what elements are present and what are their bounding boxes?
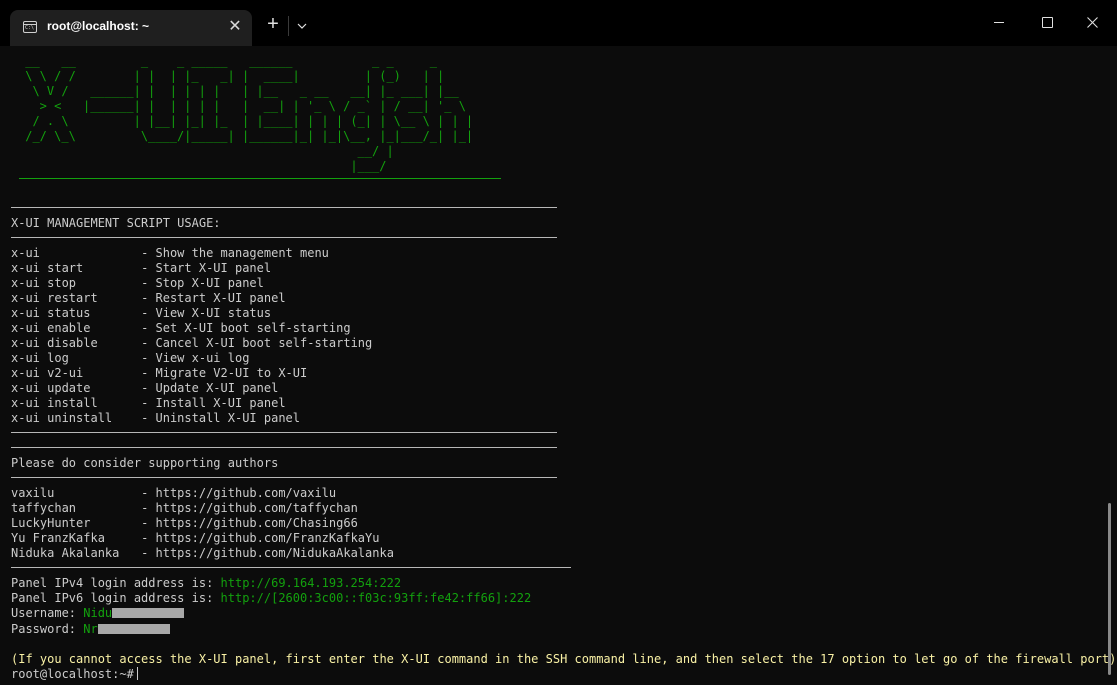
- banner-line: / . \ | |__| |_| |_ | |____| | | | (_| |…: [18, 114, 474, 128]
- command-description: - Stop X-UI panel: [141, 276, 264, 290]
- close-icon[interactable]: ✕: [226, 17, 244, 37]
- ipv4-url[interactable]: http://69.164.193.254:222: [221, 576, 402, 590]
- plus-icon[interactable]: +: [262, 14, 284, 36]
- banner-line: \ \ / / | | | |_ _| | ____| | (_) | |: [18, 69, 466, 83]
- usage-row: x-ui - Show the management menu: [11, 246, 329, 261]
- author-name: taffychan: [11, 501, 134, 515]
- redaction-blur: [112, 608, 185, 618]
- usage-header: X-UI MANAGEMENT SCRIPT USAGE:: [11, 216, 221, 230]
- ipv4-label: Panel IPv4 login address is:: [11, 576, 221, 590]
- divider: [11, 432, 557, 433]
- divider: [11, 237, 557, 238]
- usage-row: x-ui start - Start X-UI panel: [11, 261, 271, 276]
- command-description: - Set X-UI boot self-starting: [141, 321, 351, 335]
- tab-divider: [288, 16, 289, 36]
- command-description: - Update X-UI panel: [141, 381, 279, 395]
- usage-row: x-ui disable - Cancel X-UI boot self-sta…: [11, 336, 372, 351]
- command-description: - Restart X-UI panel: [141, 291, 286, 305]
- terminal-tab[interactable]: root@localhost: ~ ✕: [10, 10, 252, 46]
- author-name: vaxilu: [11, 486, 134, 500]
- usage-row: x-ui v2-ui - Migrate V2-UI to X-UI: [11, 366, 307, 381]
- authors-header: Please do consider supporting authors: [11, 456, 279, 470]
- minimize-icon[interactable]: [977, 0, 1023, 46]
- usage-row: x-ui log - View x-ui log: [11, 351, 249, 366]
- banner-line: /_/ \_\ \____/|_____| |______|_| |_|\__,…: [18, 129, 474, 143]
- ipv6-login-line: Panel IPv6 login address is: http://[260…: [11, 591, 531, 606]
- author-link[interactable]: - https://github.com/Chasing66: [141, 516, 358, 530]
- firewall-hint: (If you cannot access the X-UI panel, fi…: [11, 652, 1117, 666]
- command-name: x-ui: [11, 246, 134, 260]
- author-name: LuckyHunter: [11, 516, 134, 530]
- close-window-icon[interactable]: [1069, 0, 1115, 46]
- ipv4-login-line: Panel IPv4 login address is: http://69.1…: [11, 576, 401, 591]
- author-row: vaxilu - https://github.com/vaxilu: [11, 486, 336, 501]
- password-label: Password:: [11, 622, 84, 636]
- command-name: x-ui update: [11, 381, 134, 395]
- divider: [11, 207, 557, 208]
- username-value: Nidu: [83, 606, 113, 620]
- command-name: x-ui disable: [11, 336, 134, 350]
- author-row: taffychan - https://github.com/taffychan: [11, 501, 358, 516]
- text-cursor: [136, 667, 138, 680]
- command-description: - View X-UI status: [141, 306, 272, 320]
- command-description: - Install X-UI panel: [141, 396, 286, 410]
- divider: [11, 447, 557, 448]
- banner-line: __/ |: [18, 144, 481, 158]
- usage-row: x-ui restart - Restart X-UI panel: [11, 291, 286, 306]
- divider: [11, 477, 557, 478]
- password-line: Password: Nr: [11, 622, 170, 637]
- command-name: x-ui enable: [11, 321, 134, 335]
- author-link[interactable]: - https://github.com/taffychan: [141, 501, 358, 515]
- maximize-icon[interactable]: [1023, 0, 1069, 46]
- command-description: - View x-ui log: [141, 351, 250, 365]
- author-link[interactable]: - https://github.com/NidukaAkalanka: [141, 546, 394, 560]
- command-name: x-ui restart: [11, 291, 134, 305]
- ipv6-url[interactable]: http://[2600:3c00::f03c:93ff:fe42:ff66]:…: [221, 591, 532, 605]
- banner-line: > < |______| | | | | | | __| | '_ \ / _`…: [18, 99, 466, 113]
- title-bar: root@localhost: ~ ✕ +: [0, 0, 1117, 46]
- password-value: Nr: [83, 622, 98, 636]
- author-name: Niduka Akalanka: [11, 546, 134, 560]
- author-link[interactable]: - https://github.com/vaxilu: [141, 486, 336, 500]
- command-name: x-ui install: [11, 396, 134, 410]
- author-name: Yu FranzKafka: [11, 531, 134, 545]
- author-row: Yu FranzKafka - https://github.com/Franz…: [11, 531, 379, 546]
- command-name: x-ui status: [11, 306, 134, 320]
- scrollbar[interactable]: [1108, 503, 1111, 675]
- author-row: Niduka Akalanka - https://github.com/Nid…: [11, 546, 394, 561]
- chevron-down-icon[interactable]: [293, 18, 311, 34]
- usage-row: x-ui update - Update X-UI panel: [11, 381, 278, 396]
- usage-row: x-ui stop - Stop X-UI panel: [11, 276, 264, 291]
- ipv6-label: Panel IPv6 login address is:: [11, 591, 221, 605]
- divider: [11, 567, 571, 568]
- author-link[interactable]: - https://github.com/FranzKafkaYu: [141, 531, 379, 545]
- username-line: Username: Nidu: [11, 606, 185, 621]
- command-description: - Migrate V2-UI to X-UI: [141, 366, 308, 380]
- redaction-blur: [97, 624, 170, 634]
- banner-line: \ V / ______| | | | | | | |__ _ __ __| |…: [18, 84, 466, 98]
- banner-line: |___/: [18, 159, 481, 173]
- terminal-icon: [23, 21, 37, 33]
- command-name: x-ui start: [11, 261, 134, 275]
- command-description: - Cancel X-UI boot self-starting: [141, 336, 373, 350]
- usage-row: x-ui status - View X-UI status: [11, 306, 271, 321]
- command-name: x-ui v2-ui: [11, 366, 134, 380]
- terminal-output[interactable]: __ __ _ _ _____ ______ _ _ _ \ \ / / | |…: [0, 46, 1117, 685]
- prompt-line[interactable]: root@localhost:~#: [11, 667, 138, 682]
- author-row: LuckyHunter - https://github.com/Chasing…: [11, 516, 358, 531]
- tab-title: root@localhost: ~: [47, 19, 150, 33]
- command-description: - Start X-UI panel: [141, 261, 272, 275]
- command-description: - Show the management menu: [141, 246, 329, 260]
- banner-underline: [19, 178, 501, 179]
- usage-row: x-ui enable - Set X-UI boot self-startin…: [11, 321, 351, 336]
- username-label: Username:: [11, 606, 84, 620]
- command-description: - Uninstall X-UI panel: [141, 411, 301, 425]
- command-name: x-ui log: [11, 351, 134, 365]
- command-name: x-ui uninstall: [11, 411, 134, 425]
- banner-line: __ __ _ _ _____ ______ _ _ _: [18, 54, 466, 68]
- usage-row: x-ui uninstall - Uninstall X-UI panel: [11, 411, 300, 426]
- command-name: x-ui stop: [11, 276, 134, 290]
- shell-prompt: root@localhost:~#: [11, 667, 134, 681]
- usage-row: x-ui install - Install X-UI panel: [11, 396, 286, 411]
